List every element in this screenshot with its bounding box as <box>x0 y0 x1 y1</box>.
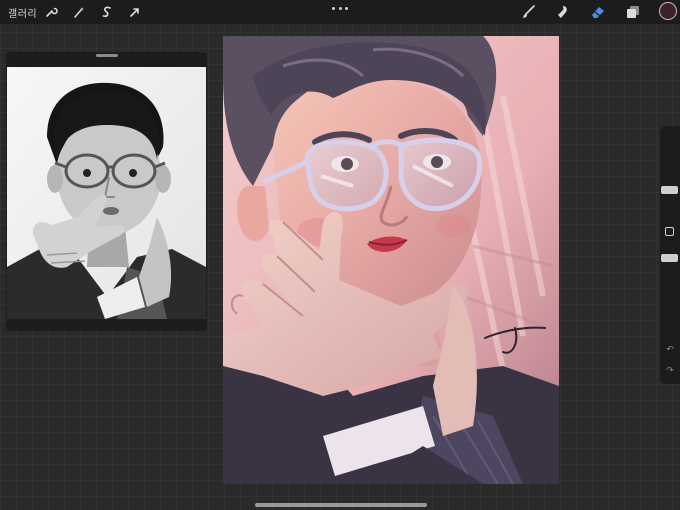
modify-button[interactable] <box>665 227 674 236</box>
top-toolbar: 갤러리 <box>0 0 680 24</box>
reference-photo <box>7 67 206 319</box>
side-slider-bar: ↶ ↷ <box>660 126 680 384</box>
reference-window[interactable] <box>6 52 207 331</box>
layers-icon[interactable] <box>624 3 642 21</box>
wrench-icon[interactable] <box>42 3 60 21</box>
brush-size-handle[interactable] <box>661 186 678 194</box>
magic-wand-icon[interactable] <box>70 3 88 21</box>
smudge-icon[interactable] <box>554 3 572 21</box>
opacity-handle[interactable] <box>661 254 678 262</box>
drawing-canvas[interactable] <box>223 36 559 484</box>
more-options-icon[interactable] <box>332 4 348 12</box>
reference-drag-handle[interactable] <box>96 54 118 57</box>
home-indicator <box>255 503 427 507</box>
opacity-slider[interactable] <box>660 244 680 334</box>
brush-size-slider[interactable] <box>660 136 680 216</box>
color-picker[interactable] <box>659 2 677 20</box>
redo-icon[interactable]: ↷ <box>665 366 675 376</box>
gallery-button[interactable]: 갤러리 <box>8 5 37 20</box>
brush-icon[interactable] <box>520 3 538 21</box>
undo-icon[interactable]: ↶ <box>665 345 675 355</box>
eraser-icon[interactable] <box>589 3 607 21</box>
selection-s-icon[interactable] <box>98 3 116 21</box>
arrow-cursor-icon[interactable] <box>126 3 144 21</box>
